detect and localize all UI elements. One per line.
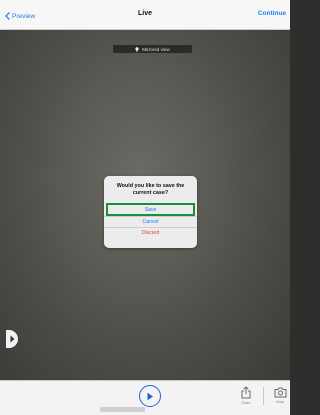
mirrored-view-label: Mirrored view	[142, 46, 170, 52]
navigation-bar: Preview Live Continue	[0, 0, 290, 30]
discard-button[interactable]: Discard	[104, 227, 197, 238]
play-button[interactable]	[139, 385, 161, 407]
play-icon	[147, 392, 153, 400]
dialog-message: Would you like to save the current case?	[116, 182, 185, 196]
toolbar-divider	[263, 387, 264, 405]
lightbulb-icon	[135, 46, 139, 52]
mirrored-view-badge: Mirrored view	[113, 45, 192, 53]
page-title: Live	[137, 10, 152, 17]
share-button[interactable]: Share	[237, 386, 255, 412]
share-icon	[241, 386, 251, 399]
snapshot-label: Snap	[276, 400, 284, 404]
save-button[interactable]: Save	[106, 203, 195, 216]
save-case-dialog: Would you like to save the current case?…	[104, 176, 197, 248]
snapshot-button[interactable]: Snap	[271, 386, 289, 412]
bottom-toolbar: Share Snap	[0, 380, 290, 415]
home-indicator	[100, 407, 145, 412]
cancel-button[interactable]: Cancel	[104, 216, 197, 227]
chevron-right-icon	[10, 335, 14, 343]
camera-icon	[274, 387, 286, 398]
share-label: Share	[241, 401, 251, 405]
continue-button[interactable]: Continue	[258, 10, 286, 17]
